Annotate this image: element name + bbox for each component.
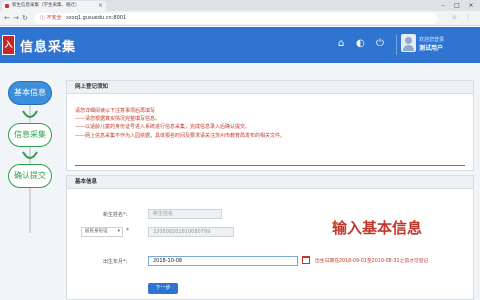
user-status: 欢迎您登录 [419,37,445,43]
address-bar: ← → ↻ ⓘ 不安全 sxxq1.gusuedu.cn:8001 ☆ ⋮ [0,11,480,26]
basic-info-heading: 基本信息 [67,176,473,189]
notice-panel: 网上登记须知 请您详细阅读以下注意事项后再填写 ——请您根据真实情况完整填写信息… [66,80,474,171]
insecure-warning-icon: ⓘ [40,15,46,21]
name-field[interactable]: 新生姓名 [148,209,222,219]
maximize-icon[interactable]: □ [450,0,464,11]
next-step-button[interactable]: 下一步 [148,283,178,294]
browser-tab-title: 新生信息采集（学生采集、随迁） [12,3,80,8]
required-mark: * [126,227,129,234]
notice-text: 请您详细阅读以下注意事项后再填写 ——请您根据真实情况完整填写信息。 ——以适龄… [75,107,285,140]
arrow-down-icon [22,110,38,118]
logo: 入 [2,35,15,55]
home-icon[interactable]: ⌂ [338,38,344,49]
window-controls: – □ × [436,0,478,11]
birth-date-hint: 出生日期在2018-09-01至2019-08-31之前才可登记 [315,259,429,264]
notice-line: ——网上信息采集不作为入园依据，具体报名时间及要求请关注苏州市教育局发布的相关文… [75,132,286,139]
page-body: 基本信息 信息采集 确认提交 网上登记须知 请您详细阅读以下注意事项后再填写 —… [0,63,480,300]
forward-icon[interactable]: → [13,14,19,23]
power-icon[interactable]: ⏻ [376,38,384,49]
step-confirm-submit[interactable]: 确认提交 [8,164,52,188]
annotation-caption: 输入基本信息 [332,219,423,237]
chevron-down-icon: ▾ [117,229,120,234]
arrow-down-icon [22,151,38,159]
basic-info-panel: 基本信息 新生姓名*： 新生姓名 居民身份证 ▾ * 3205082018100… [66,175,474,300]
reload-icon[interactable]: ↻ [22,14,28,23]
id-type-value: 居民身份证 [85,229,108,234]
notice-heading: 网上登记须知 [67,81,473,94]
tab-close-icon[interactable]: × [98,1,103,11]
avatar[interactable] [401,34,416,52]
url-input[interactable]: ⓘ 不安全 sxxq1.gusuedu.cn:8001 [34,13,438,24]
id-type-select[interactable]: 居民身份证 ▾ [81,227,123,237]
notice-line: ——以适龄儿童的身份证号进入系统进行信息采集，完成信息录入后确认提交。 [75,124,251,131]
browser-tab-bar: 新生信息采集（学生采集、随迁） × – □ × [0,0,480,11]
back-icon[interactable]: ← [4,14,10,23]
page-title: 信息采集 [20,40,77,55]
divider [75,165,465,166]
minimize-icon[interactable]: – [436,0,450,11]
favicon-icon [5,4,9,8]
calendar-icon[interactable] [302,256,310,264]
step-basic-info[interactable]: 基本信息 [8,81,52,105]
birth-date-field[interactable]: 2018-10-08 [148,256,298,266]
notice-line: ——请您根据真实情况完整填写信息。 [75,116,161,123]
app-header: 入 信息采集 ⌂ ◐ ⏻ 欢迎您登录 测试用户 [0,27,480,63]
user-name[interactable]: 测试用户 [419,43,443,52]
id-number-field[interactable]: 320508201810080799 [148,227,234,237]
bell-icon[interactable]: ◐ [356,38,365,49]
name-label: 新生姓名*： [103,212,131,218]
header-divider [396,35,397,55]
step-info-collect[interactable]: 信息采集 [8,123,52,147]
close-window-icon[interactable]: × [464,0,478,11]
url-text: sxxq1.gusuedu.cn:8001 [66,15,127,21]
insecure-label: 不安全 [46,15,62,21]
browser-tab[interactable]: 新生信息采集（学生采集、随迁） × [2,1,106,11]
birth-label: 出生年月*： [103,259,131,265]
star-icon[interactable]: ☆ ⋮ [452,14,474,21]
notice-line: 请您详细阅读以下注意事项后再填写 [75,108,156,114]
